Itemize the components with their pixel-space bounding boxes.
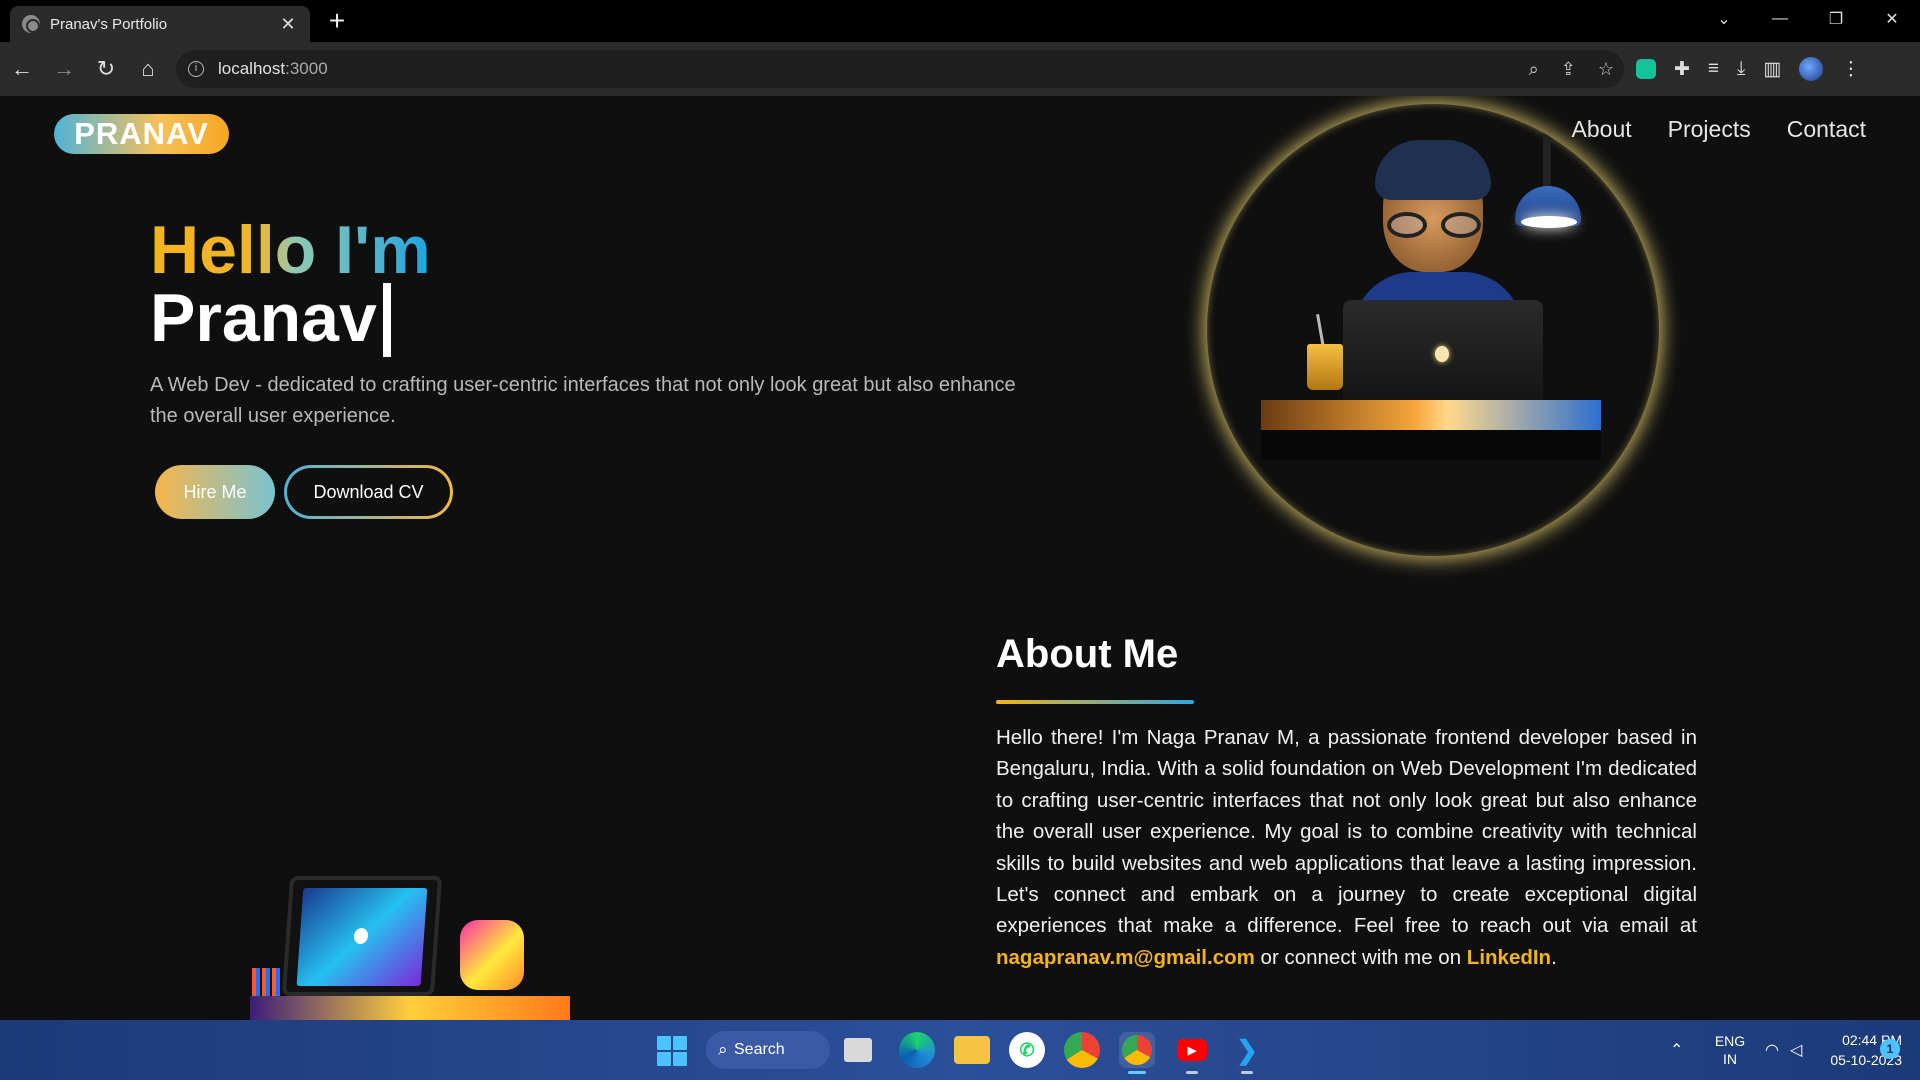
nav-contact-link[interactable]: Contact — [1787, 116, 1866, 143]
lamp-pole — [1543, 104, 1551, 194]
profile-avatar[interactable] — [1799, 57, 1824, 81]
show-hidden-icons-icon[interactable]: ⌃ — [1670, 1040, 1683, 1060]
mini-laptop-screen — [296, 888, 428, 986]
home-icon[interactable]: ⌂ — [128, 49, 168, 89]
forward-icon[interactable]: → — [44, 49, 84, 89]
menu-kebab-icon[interactable]: ⋮ — [1841, 58, 1860, 81]
desk-front — [1261, 430, 1601, 460]
download-cv-label: Download CV — [287, 468, 450, 516]
globe-icon — [22, 15, 40, 33]
download-icon[interactable]: ⤓ — [1737, 58, 1745, 80]
speaker-icon — [460, 920, 524, 990]
address-bar[interactable]: i localhost:3000 ⌕ ⇪ ☆ — [176, 50, 1624, 88]
browser-tab[interactable]: Pranav's Portfolio ✕ — [10, 6, 310, 42]
extensions-puzzle-icon[interactable]: ✚ — [1674, 58, 1690, 81]
hero-illustration — [1207, 104, 1659, 556]
search-icon: ⌕ — [718, 1040, 728, 1059]
chrome-icon[interactable] — [1064, 1032, 1100, 1068]
media-control-icon[interactable]: ≡ — [1708, 58, 1719, 80]
site-nav: About Projects Contact — [1572, 116, 1866, 143]
window-controls: ⌄ — ❐ ✕ — [1696, 0, 1920, 38]
minimize-icon[interactable]: — — [1752, 10, 1808, 28]
language-indicator[interactable]: ENG IN — [1710, 1032, 1750, 1068]
browser-tab-strip: Pranav's Portfolio ✕ + ⌄ — ❐ ✕ — [0, 0, 1920, 42]
developer-glasses — [1387, 212, 1481, 238]
site-logo[interactable]: PRANAV — [54, 114, 229, 154]
developer-hair — [1375, 140, 1491, 200]
windows-start-icon[interactable] — [657, 1036, 687, 1066]
task-view-icon[interactable] — [844, 1038, 872, 1062]
volume-icon[interactable]: ◁ — [1790, 1040, 1802, 1060]
browser-toolbar: ← → ↻ ⌂ i localhost:3000 ⌕ ⇪ ☆ ✚ ≡ ⤓ ▥ ⋮ — [0, 42, 1920, 96]
tab-title: Pranav's Portfolio — [50, 15, 168, 33]
hero-tagline: A Web Dev - dedicated to crafting user-c… — [150, 374, 1016, 427]
portfolio-page: PRANAV About Projects Contact Hello I'm … — [0, 96, 1920, 1020]
share-icon[interactable]: ⇪ — [1561, 59, 1576, 80]
straw — [1316, 313, 1325, 349]
grammarly-extension-icon[interactable] — [1636, 59, 1656, 79]
download-cv-button[interactable]: Download CV — [284, 465, 453, 519]
apple-logo-icon — [353, 928, 369, 944]
url-text: localhost:3000 — [218, 59, 328, 78]
extension-bar: ✚ ≡ ⤓ ▥ ⋮ — [1636, 50, 1860, 88]
tab-search-icon[interactable]: ⌄ — [1696, 9, 1752, 29]
typing-cursor — [382, 283, 391, 357]
nav-about-link[interactable]: About — [1572, 116, 1632, 143]
close-window-icon[interactable]: ✕ — [1864, 9, 1920, 29]
hero-greeting: Hello I'm — [150, 212, 431, 288]
new-tab-button[interactable]: + — [322, 6, 352, 36]
taskbar-search[interactable]: ⌕ Search — [706, 1031, 830, 1069]
desk — [1261, 400, 1601, 430]
back-icon[interactable]: ← — [2, 49, 42, 89]
edge-icon[interactable] — [899, 1032, 935, 1068]
nav-projects-link[interactable]: Projects — [1668, 116, 1751, 143]
bookmark-star-icon[interactable]: ☆ — [1598, 59, 1614, 80]
hero-name: Pranav — [150, 282, 391, 357]
close-tab-icon[interactable]: ✕ — [278, 14, 298, 35]
side-panel-icon[interactable]: ▥ — [1763, 58, 1781, 81]
email-link[interactable]: nagapranav.m@gmail.com — [996, 946, 1255, 969]
mini-laptop — [281, 876, 443, 996]
linkedin-link[interactable]: LinkedIn — [1467, 946, 1551, 969]
site-info-icon[interactable]: i — [188, 61, 204, 77]
about-title: About Me — [996, 632, 1179, 676]
desk-setup-illustration — [230, 872, 570, 1020]
cup-icon — [1307, 344, 1343, 390]
whatsapp-icon[interactable]: ✆ — [1009, 1032, 1045, 1068]
youtube-icon[interactable]: ▶ — [1174, 1032, 1210, 1074]
lamp-light — [1521, 216, 1577, 228]
restore-icon[interactable]: ❐ — [1808, 9, 1864, 29]
zoom-icon[interactable]: ⌕ — [1529, 59, 1539, 80]
about-underline — [996, 700, 1194, 704]
notification-badge[interactable]: 1 — [1880, 1039, 1900, 1059]
mini-desk — [250, 996, 570, 1020]
vscode-icon[interactable]: ❯ — [1229, 1032, 1265, 1074]
windows-taskbar: ⌕ Search ✆ ▶ ❯ ⌃ ENG IN ◠ ◁ 02:44 PM 05-10-… — [0, 1020, 1920, 1080]
file-explorer-icon[interactable] — [954, 1036, 990, 1064]
hire-me-button[interactable]: Hire Me — [155, 465, 275, 519]
wifi-icon[interactable]: ◠ — [1765, 1040, 1779, 1060]
reload-icon[interactable]: ↻ — [86, 49, 126, 89]
about-paragraph: Hello there! I'm Naga Pranav M, a passio… — [996, 726, 1697, 969]
apple-logo-icon — [1435, 346, 1449, 362]
chrome-active-icon[interactable] — [1119, 1032, 1155, 1074]
